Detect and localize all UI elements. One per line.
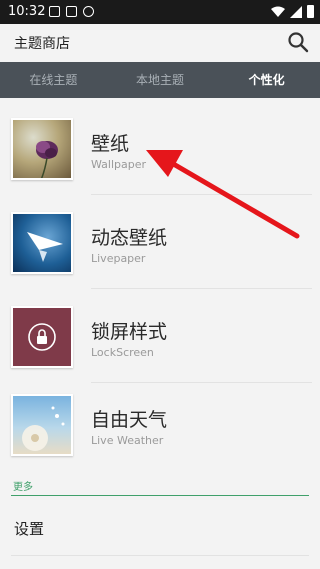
divider [91,194,312,195]
tab-online-themes[interactable]: 在线主题 [0,62,107,98]
image-notification-icon [49,6,60,17]
app-bar: 主题商店 [0,24,320,62]
status-indicators [271,5,314,18]
more-section-label: 更多 [13,482,33,493]
list-item-live-weather[interactable]: 自由天气 Live Weather [0,382,320,470]
item-title: 动态壁纸 [91,227,168,249]
list-item-lockscreen[interactable]: 锁屏样式 LockScreen [0,294,320,382]
divider [91,288,312,289]
flower-icon [36,141,58,178]
image-notification-icon [66,6,77,17]
sync-notification-icon [83,6,94,17]
item-subtitle: LockScreen [91,346,154,359]
item-title: 锁屏样式 [91,321,168,343]
weather-thumbnail [11,394,73,456]
lock-icon [28,323,56,351]
status-time: 10:32 [8,4,46,19]
lockscreen-thumbnail [11,306,73,368]
wallpaper-thumbnail [11,118,73,180]
page-title: 主题商店 [14,36,70,52]
dandelion-icon [22,406,65,451]
item-title: 壁纸 [91,133,130,155]
item-title: 自由天气 [91,409,168,431]
search-icon[interactable] [286,30,310,54]
livepaper-thumbnail [11,212,73,274]
list-item-livepaper[interactable]: 动态壁纸 Livepaper [0,200,320,288]
divider [11,555,309,556]
settings-item[interactable]: 设置 [0,496,320,556]
item-subtitle: Wallpaper [91,158,147,171]
status-bar: 10:32 [0,0,320,24]
tab-bar: 在线主题 本地主题 个性化 [0,62,320,98]
settings-label: 设置 [14,520,45,538]
signal-icon [290,5,302,18]
item-subtitle: Live Weather [91,434,164,447]
item-subtitle: Livepaper [91,252,146,265]
paper-plane-icon [27,232,63,262]
wifi-icon [271,6,285,17]
battery-icon [307,5,314,18]
list-item-wallpaper[interactable]: 壁纸 Wallpaper [0,106,320,194]
tab-local-themes[interactable]: 本地主题 [107,62,214,98]
tab-personalize[interactable]: 个性化 [213,62,320,98]
